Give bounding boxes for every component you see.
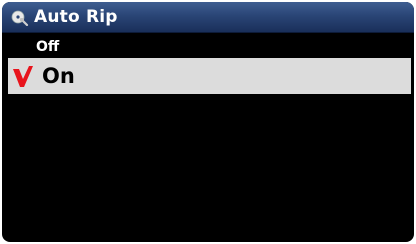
check-mark-icon xyxy=(12,64,34,88)
option-label: Off xyxy=(36,38,60,55)
title-bar: Auto Rip xyxy=(2,2,414,33)
menu-screen: Auto Rip Off On xyxy=(2,2,414,242)
option-off[interactable]: Off xyxy=(8,35,411,58)
page-title: Auto Rip xyxy=(34,7,118,27)
option-list: Off On xyxy=(8,35,411,94)
option-label: On xyxy=(42,64,75,88)
option-on[interactable]: On xyxy=(8,58,411,94)
disc-settings-icon xyxy=(11,8,29,26)
